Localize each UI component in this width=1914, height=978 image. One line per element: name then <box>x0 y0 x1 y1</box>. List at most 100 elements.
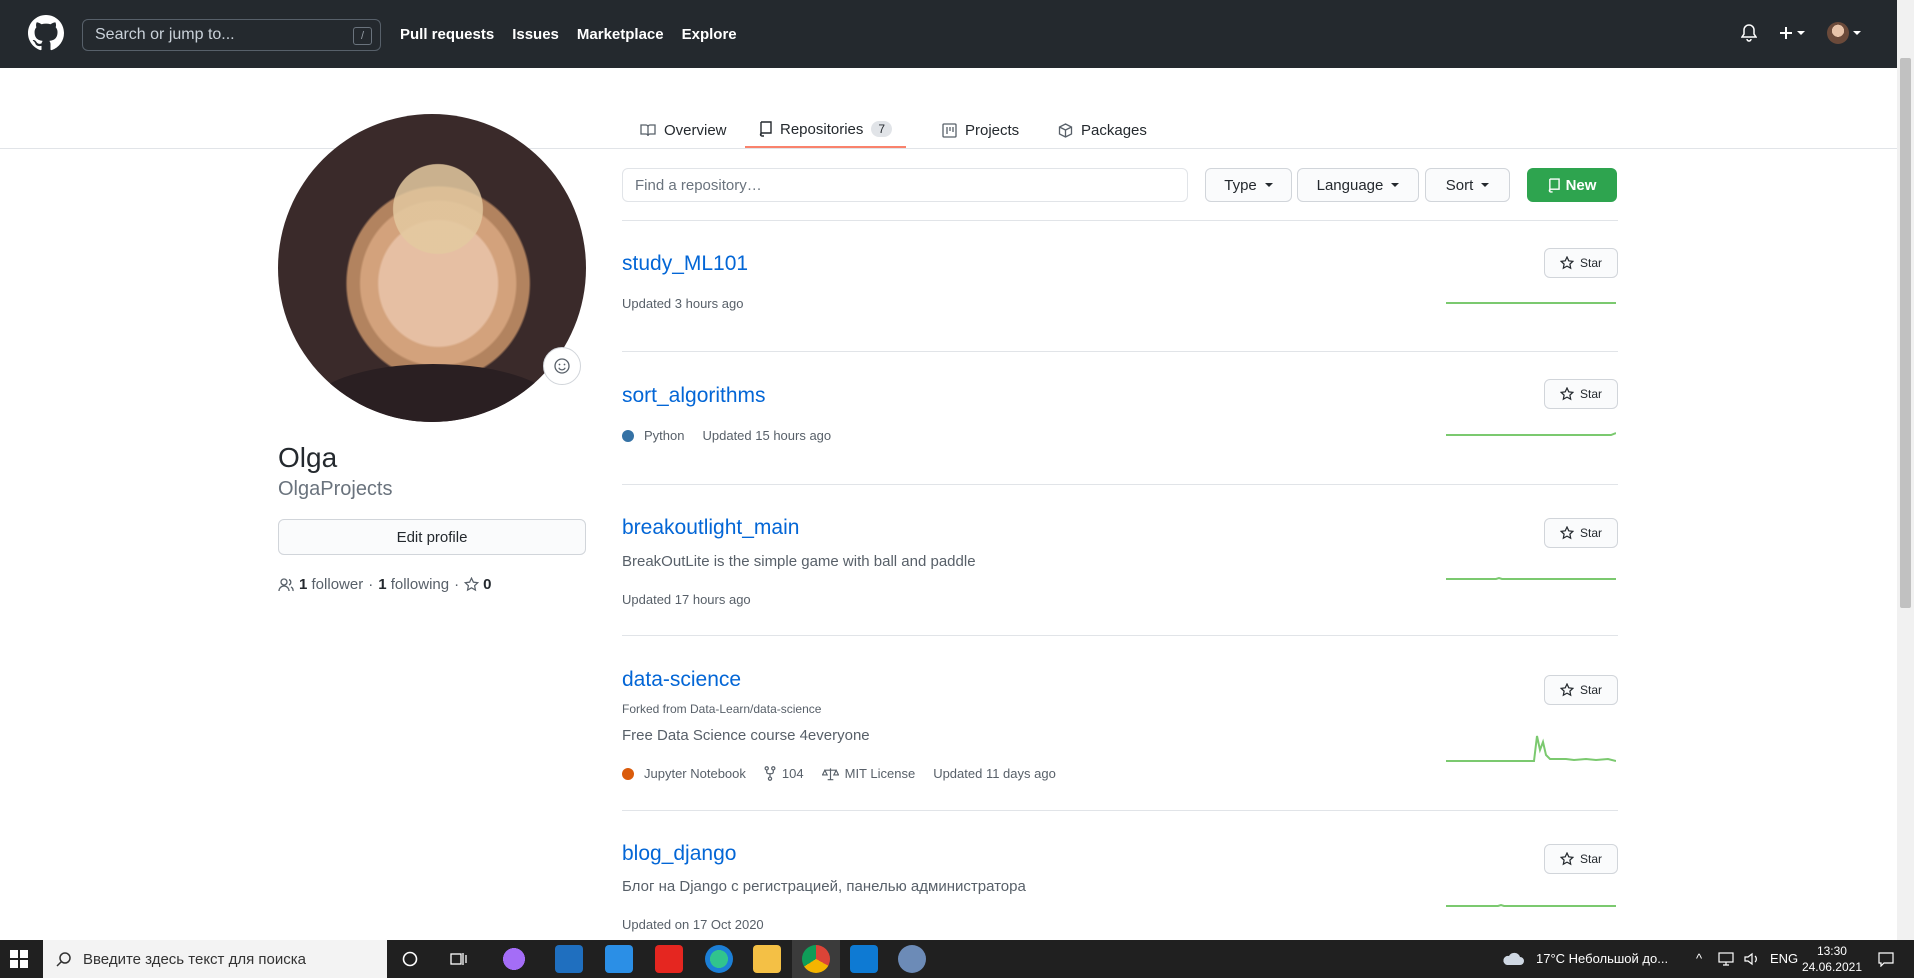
type-filter-button[interactable]: Type <box>1205 168 1292 202</box>
repo-license: MIT License <box>821 766 916 781</box>
sort-filter-label: Sort <box>1445 176 1474 194</box>
mail-icon[interactable] <box>605 945 633 973</box>
tab-label: Projects <box>965 121 1020 139</box>
repo-meta: Jupyter Notebook 104 MIT License Updated… <box>622 766 1056 781</box>
star-label: Star <box>1579 852 1602 866</box>
input-language[interactable]: ENG <box>1770 951 1798 966</box>
repo-license-label: MIT License <box>844 766 916 781</box>
edge-icon[interactable] <box>705 945 733 973</box>
repo-name-link[interactable]: study_ML101 <box>622 252 748 276</box>
tab-overview[interactable]: Overview <box>626 112 741 148</box>
sort-filter-button[interactable]: Sort <box>1425 168 1510 202</box>
repo-meta: Updated 3 hours ago <box>622 296 743 311</box>
people-icon <box>278 577 294 591</box>
followers-link[interactable]: 1 follower <box>299 576 363 593</box>
repo-updated: Updated on 17 Oct 2020 <box>622 917 764 932</box>
repo-updated: Updated 15 hours ago <box>702 428 832 443</box>
repo-divider <box>622 351 1618 352</box>
nav-marketplace[interactable]: Marketplace <box>577 26 664 43</box>
nav-pull-requests[interactable]: Pull requests <box>400 26 494 43</box>
create-new-menu[interactable] <box>1779 26 1805 40</box>
avatar-shoulder <box>308 364 558 422</box>
vscode-icon[interactable] <box>850 945 878 973</box>
repo-name-link[interactable]: sort_algorithms <box>622 384 766 408</box>
tab-projects[interactable]: Projects <box>928 112 1033 148</box>
book-icon <box>640 124 656 137</box>
repo-language: Python <box>622 428 684 443</box>
star-button[interactable]: Star <box>1544 844 1618 874</box>
star-label: Star <box>1579 683 1602 697</box>
bell-icon[interactable] <box>1741 24 1757 42</box>
page-scrollbar[interactable] <box>1897 0 1914 940</box>
star-button[interactable]: Star <box>1544 518 1618 548</box>
search-placeholder: Search or jump to... <box>95 26 235 43</box>
star-label: Star <box>1579 256 1602 270</box>
new-repository-label: New <box>1565 176 1597 194</box>
windows-start-icon[interactable] <box>10 950 28 968</box>
nav-issues[interactable]: Issues <box>512 26 559 43</box>
repo-name-link[interactable]: breakoutlight_main <box>622 516 799 540</box>
repo-language: Jupyter Notebook <box>622 766 746 781</box>
yandex-browser-icon[interactable] <box>655 945 683 973</box>
repo-name-link[interactable]: blog_django <box>622 842 736 866</box>
repo-name-link[interactable]: data-science <box>622 668 741 692</box>
repo-updated: Updated 17 hours ago <box>622 592 751 607</box>
alice-icon[interactable] <box>500 945 528 973</box>
set-status-button[interactable] <box>543 347 581 385</box>
network-icon[interactable] <box>1718 952 1734 966</box>
nav-explore[interactable]: Explore <box>682 26 737 43</box>
star-button[interactable]: Star <box>1544 379 1618 409</box>
repo-language-label: Jupyter Notebook <box>644 766 746 781</box>
file-explorer-icon[interactable] <box>753 945 781 973</box>
tray-chevron-up-icon[interactable]: ^ <box>1696 951 1702 966</box>
weather-text[interactable]: 17°C Небольшой до... <box>1536 951 1668 966</box>
star-button[interactable]: Star <box>1544 248 1618 278</box>
tab-repositories[interactable]: Repositories 7 <box>745 112 907 148</box>
cortana-icon[interactable] <box>402 951 418 967</box>
profile-tabs: Overview Repositories 7 Projects Package… <box>0 104 1897 149</box>
repo-forked-from[interactable]: Forked from Data-Learn/data-science <box>622 702 821 716</box>
user-menu[interactable] <box>1827 22 1861 44</box>
repo-count-badge: 7 <box>871 121 893 137</box>
tab-label: Repositories <box>780 120 864 138</box>
profile-avatar[interactable] <box>278 114 586 422</box>
repo-fork-count: 104 <box>781 766 804 781</box>
tab-label: Packages <box>1081 121 1147 139</box>
repo-forks-link[interactable]: 104 <box>764 766 804 781</box>
star-button[interactable]: Star <box>1544 675 1618 705</box>
notifications-icon[interactable] <box>1878 951 1894 967</box>
activity-sparkline <box>1446 735 1616 762</box>
task-view-icon[interactable] <box>450 951 468 967</box>
fork-icon <box>764 766 776 781</box>
store-icon[interactable] <box>555 945 583 973</box>
search-input[interactable]: Search or jump to... / <box>82 19 381 51</box>
followers-label: follower <box>311 576 364 593</box>
separator-dot: · <box>454 576 460 593</box>
following-label: following <box>390 576 450 593</box>
repo-icon <box>759 121 772 137</box>
taskbar-search-input[interactable]: Введите здесь текст для поиска <box>43 940 387 978</box>
repo-divider <box>622 220 1618 221</box>
star-icon <box>1559 852 1574 866</box>
volume-icon[interactable] <box>1744 952 1760 966</box>
repo-updated: Updated 3 hours ago <box>622 296 744 311</box>
stars-link[interactable]: 0 <box>464 576 491 593</box>
chevron-down-icon <box>1797 31 1805 35</box>
language-filter-button[interactable]: Language <box>1297 168 1419 202</box>
taskbar-clock[interactable]: 13:30 24.06.2021 <box>1802 943 1862 975</box>
plus-icon <box>1780 27 1792 39</box>
scrollbar-thumb[interactable] <box>1900 58 1911 608</box>
new-repository-button[interactable]: New <box>1527 168 1617 202</box>
find-repository-input[interactable]: Find a repository… <box>622 168 1188 202</box>
github-logo-icon[interactable] <box>28 15 64 51</box>
tab-packages[interactable]: Packages <box>1044 112 1161 148</box>
repo-description: Блог на Django с регистрацией, панелью а… <box>622 878 1026 895</box>
star-label: Star <box>1579 387 1602 401</box>
chrome-icon[interactable] <box>802 945 830 973</box>
following-link[interactable]: 1 following <box>378 576 449 593</box>
package-icon <box>1058 122 1073 138</box>
stars-count: 0 <box>483 576 492 593</box>
paint-icon[interactable] <box>898 945 926 973</box>
edit-profile-button[interactable]: Edit profile <box>278 519 586 555</box>
search-shortcut-key: / <box>353 27 372 45</box>
